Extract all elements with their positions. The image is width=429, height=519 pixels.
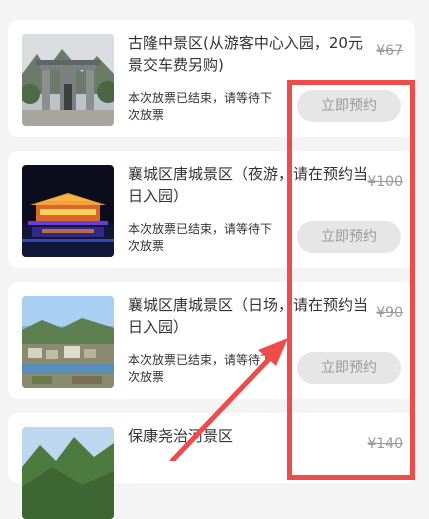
ticket-status: 本次放票已结束，请等待下次放票 [128,353,273,384]
night-palace-photo [22,165,114,257]
scenic-gate-photo [22,34,114,126]
mountain-photo [22,427,114,519]
city-aerial-photo [22,296,114,388]
annotation-highlight-box [287,80,415,480]
ticket-status: 本次放票已结束，请等待下次放票 [128,91,273,122]
original-price: ¥67 [376,43,403,59]
scenic-title: 古隆中景区(从游客中心入园，20元景交车费另购) [128,34,363,74]
ticket-status: 本次放票已结束，请等待下次放票 [128,222,273,253]
